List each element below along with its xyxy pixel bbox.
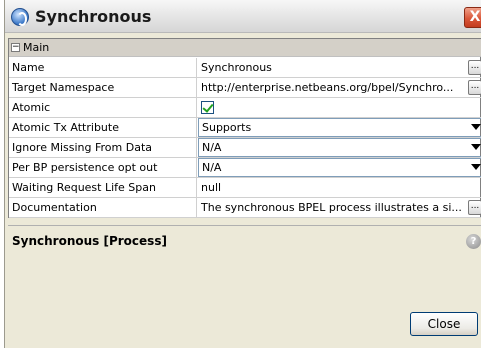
property-name: Atomic xyxy=(9,98,197,117)
category-label: Main xyxy=(23,41,50,54)
property-row-name[interactable]: Name Synchronous ... xyxy=(9,58,481,78)
property-value[interactable]: http://enterprise.netbeans.org/bpel/Sync… xyxy=(198,78,481,97)
property-value[interactable] xyxy=(198,98,481,117)
chevron-down-icon[interactable] xyxy=(469,119,481,136)
property-row-target-namespace[interactable]: Target Namespace http://enterprise.netbe… xyxy=(9,78,481,98)
property-row-documentation[interactable]: Documentation The synchronous BPEL proce… xyxy=(9,198,481,218)
window-title: Synchronous xyxy=(35,7,152,26)
chevron-down-icon[interactable] xyxy=(469,139,481,156)
ignore-missing-select[interactable]: N/A xyxy=(198,138,481,157)
property-row-atomic-tx-attribute[interactable]: Atomic Tx Attribute Supports xyxy=(9,118,481,138)
property-sheet: − Main Name Synchronous ... Target Names… xyxy=(8,38,481,218)
property-name: Target Namespace xyxy=(9,78,197,97)
collapse-icon[interactable]: − xyxy=(11,43,20,52)
ellipsis-button[interactable]: ... xyxy=(468,80,481,95)
property-value[interactable]: Synchronous ... xyxy=(198,58,481,77)
help-icon[interactable]: ? xyxy=(466,234,481,249)
category-main[interactable]: − Main xyxy=(9,39,481,57)
ellipsis-button[interactable]: ... xyxy=(468,60,481,75)
property-name: Ignore Missing From Data xyxy=(9,138,197,157)
property-name: Waiting Request Life Span xyxy=(9,178,197,197)
property-name: Atomic Tx Attribute xyxy=(9,118,197,137)
property-name: Per BP persistence opt out xyxy=(9,158,197,177)
property-value[interactable]: null xyxy=(198,178,481,197)
property-value-text: N/A xyxy=(202,161,222,174)
atomic-checkbox[interactable] xyxy=(201,101,214,114)
ellipsis-button[interactable]: ... xyxy=(468,200,481,215)
property-value[interactable]: The synchronous BPEL process illustrates… xyxy=(198,198,481,217)
close-button[interactable]: Close xyxy=(410,312,478,336)
property-row-waiting-request[interactable]: Waiting Request Life Span null xyxy=(9,178,481,198)
description-title: Synchronous [Process] xyxy=(12,234,167,248)
description-panel: Synchronous [Process] ? Close xyxy=(8,225,481,348)
title-bar[interactable]: Synchronous xyxy=(5,0,481,33)
window-close-button[interactable]: X xyxy=(464,7,481,28)
property-value-text: Supports xyxy=(202,121,252,134)
property-value-text: N/A xyxy=(202,141,222,154)
property-row-persistence-opt-out[interactable]: Per BP persistence opt out N/A xyxy=(9,158,481,178)
persistence-opt-out-select[interactable]: N/A xyxy=(198,158,481,177)
property-value-text: http://enterprise.netbeans.org/bpel/Sync… xyxy=(201,81,454,94)
property-value-text: The synchronous BPEL process illustrates… xyxy=(201,201,462,214)
atomic-tx-attribute-select[interactable]: Supports xyxy=(198,118,481,137)
chevron-down-icon[interactable] xyxy=(469,159,481,176)
property-row-atomic[interactable]: Atomic xyxy=(9,98,481,118)
property-value-text: Synchronous xyxy=(201,61,272,74)
property-name: Documentation xyxy=(9,198,197,217)
property-value-text: null xyxy=(201,181,222,194)
property-name: Name xyxy=(9,58,197,77)
property-row-ignore-missing[interactable]: Ignore Missing From Data N/A xyxy=(9,138,481,158)
bpel-process-icon xyxy=(11,8,29,26)
